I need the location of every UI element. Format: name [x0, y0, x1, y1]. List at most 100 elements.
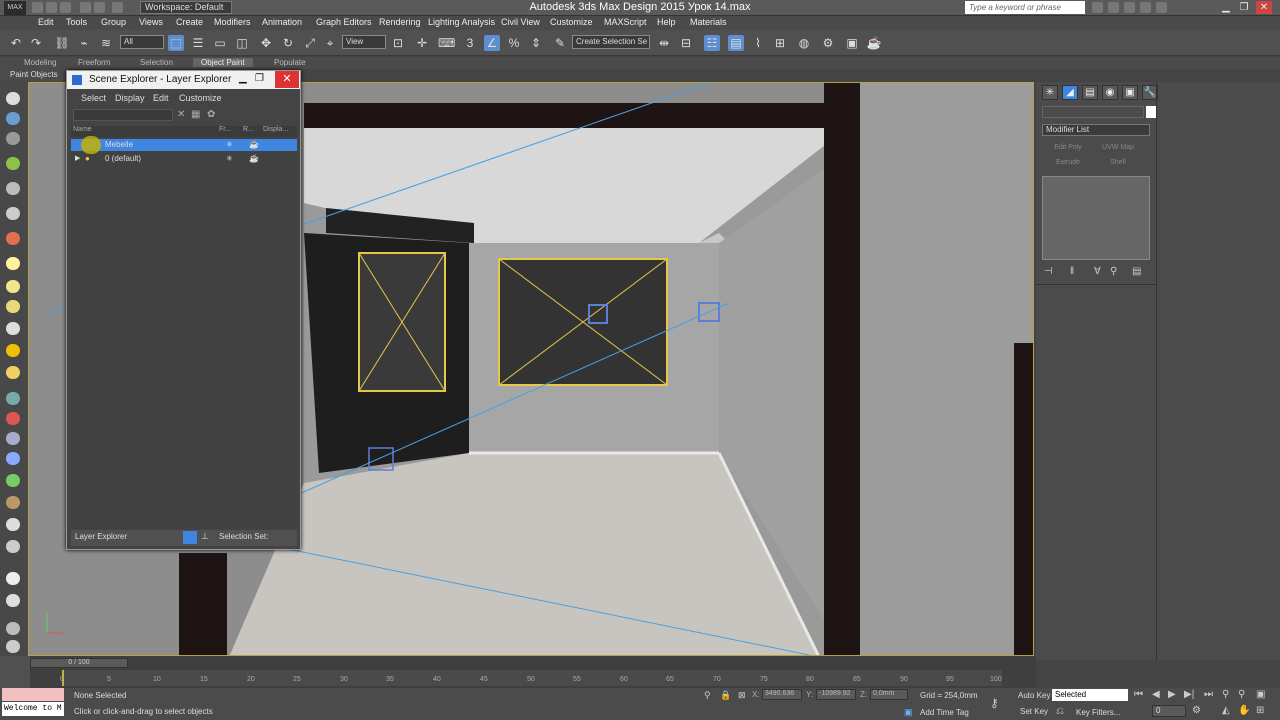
rendered-frame-window-icon[interactable]: ▣	[844, 35, 860, 51]
zoom-all-icon[interactable]: ⚲	[1238, 689, 1245, 700]
time-configuration-icon[interactable]: ⚙	[1192, 705, 1201, 716]
particle-icon[interactable]	[6, 392, 20, 405]
biped-icon[interactable]	[6, 452, 20, 465]
rotate-icon[interactable]: ↻	[280, 35, 296, 51]
material-editor-icon[interactable]: ◍	[796, 35, 812, 51]
move-icon[interactable]: ✥	[258, 35, 274, 51]
menu-tools[interactable]: Tools	[66, 17, 87, 27]
grid-icon[interactable]	[6, 594, 20, 607]
tab-populate[interactable]: Populate	[274, 58, 306, 67]
menu-civil-view[interactable]: Civil View	[501, 17, 540, 27]
column-frozen[interactable]: Fr...	[219, 126, 231, 133]
spotlight-icon[interactable]	[6, 322, 20, 335]
se-menu-customize[interactable]: Customize	[179, 93, 222, 103]
scale-icon[interactable]: ⤢	[302, 35, 318, 51]
select-object-icon[interactable]: ⬚	[168, 35, 184, 51]
select-by-name-icon[interactable]: ☰	[190, 35, 206, 51]
keyboard-shortcut-override-icon[interactable]: ⌨	[438, 35, 455, 51]
modifier-list-dropdown[interactable]: Modifier List	[1042, 124, 1150, 136]
find-icon[interactable]: ▦	[191, 109, 200, 120]
layer-mode-icon[interactable]	[183, 531, 197, 544]
add-time-tag-button[interactable]: Add Time Tag	[920, 708, 969, 717]
box-icon[interactable]	[6, 112, 20, 125]
mirror-icon[interactable]: ⇹	[656, 35, 672, 51]
help-icon[interactable]	[1156, 2, 1167, 13]
curve-editor-icon[interactable]: ⌇	[750, 35, 766, 51]
menu-customize[interactable]: Customize	[550, 17, 593, 27]
skylight-icon[interactable]	[6, 366, 20, 379]
clear-search-icon[interactable]: ✕	[177, 109, 185, 120]
minimize-button[interactable]: ▁	[239, 73, 247, 84]
zoom-extents-icon[interactable]: ▣	[1256, 689, 1265, 700]
list-item[interactable]: Mebeile ✳ ☕	[71, 136, 297, 154]
set-key-button[interactable]: Set Key	[1020, 707, 1048, 716]
render-teapot-icon[interactable]: ☕	[249, 154, 259, 163]
bulb-icon[interactable]	[6, 92, 20, 105]
configure-modifier-sets-icon[interactable]: ▤	[1132, 266, 1141, 277]
render-setup-icon[interactable]: ⚙	[820, 35, 836, 51]
spacewarp-icon[interactable]	[6, 412, 20, 425]
binoculars-icon[interactable]	[1092, 2, 1103, 13]
se-menu-display[interactable]: Display	[115, 93, 145, 103]
column-name[interactable]: Name	[73, 126, 92, 133]
pan-icon[interactable]: ✋	[1238, 705, 1250, 716]
absolute-mode-icon[interactable]: ⊠	[738, 690, 746, 701]
scene-explorer-window[interactable]: Scene Explorer - Layer Explorer ▁ ❐ ✕ Se…	[66, 70, 301, 550]
key-mode-dropdown[interactable]: Selected	[1052, 689, 1128, 701]
percent-snap-icon[interactable]: %	[506, 35, 522, 51]
menu-rendering[interactable]: Rendering	[379, 17, 421, 27]
omni-light-icon[interactable]	[6, 344, 20, 357]
cylinder-icon[interactable]	[6, 280, 20, 293]
play-icon[interactable]: ▶	[1168, 689, 1176, 700]
menu-edit[interactable]: Edit	[38, 17, 54, 27]
time-tag-icon[interactable]: ▣	[904, 707, 913, 718]
maxscript-listener[interactable]: Welcome to M	[2, 702, 64, 716]
menu-views[interactable]: Views	[139, 17, 163, 27]
menu-help[interactable]: Help	[657, 17, 676, 27]
named-selection-dropdown[interactable]: Create Selection Se	[572, 35, 650, 49]
system-icon[interactable]	[6, 432, 20, 445]
x-coordinate-field[interactable]: 3490.636	[762, 689, 802, 700]
modify-tab-icon[interactable]: ◢	[1062, 85, 1078, 100]
menu-maxscript[interactable]: MAXScript	[604, 17, 647, 27]
spinner-snap-icon[interactable]: ⇕	[528, 35, 544, 51]
menu-group[interactable]: Group	[101, 17, 126, 27]
layer-name[interactable]: Mebeile	[105, 140, 133, 149]
se-search-input[interactable]	[73, 109, 173, 121]
snapshot-icon[interactable]	[6, 157, 20, 170]
se-menu-edit[interactable]: Edit	[153, 93, 169, 103]
selection-filter-dropdown[interactable]: All	[120, 35, 164, 49]
close-icon[interactable]: ✕	[275, 71, 299, 88]
render-icon[interactable]	[6, 572, 20, 585]
select-manipulate-icon[interactable]: ✛	[414, 35, 430, 51]
tab-modeling[interactable]: Modeling	[24, 58, 56, 67]
place-icon[interactable]: ⌖	[322, 35, 338, 51]
search-input[interactable]: Type a keyword or phrase	[965, 1, 1085, 14]
communication-icon[interactable]	[1124, 2, 1135, 13]
motion-tab-icon[interactable]: ◉	[1102, 85, 1118, 100]
layer-name[interactable]: 0 (default)	[105, 154, 141, 163]
auto-key-button[interactable]: Auto Key	[1018, 691, 1050, 700]
expand-arrow-icon[interactable]: ▶	[75, 154, 80, 162]
uvw-map-button[interactable]: UVW Map	[1098, 144, 1138, 154]
pin-icon[interactable]: ⊥	[201, 531, 209, 542]
favorites-icon[interactable]	[1140, 2, 1151, 13]
lock-selection-icon[interactable]: 🔒	[720, 690, 731, 701]
bulb-icon[interactable]: ●	[85, 154, 90, 163]
layers-icon[interactable]	[6, 132, 20, 145]
tab-object-paint[interactable]: Object Paint	[193, 58, 253, 67]
render-production-icon[interactable]: ☕	[866, 35, 882, 51]
set-keys-icon[interactable]: ⎌	[1056, 706, 1064, 717]
bulb-icon[interactable]	[81, 136, 101, 154]
go-to-end-icon[interactable]: ⏭	[1204, 689, 1213, 700]
freeze-icon[interactable]: ✳	[226, 140, 233, 149]
object-color-swatch[interactable]	[1146, 106, 1156, 118]
maximize-viewport-icon[interactable]: ⊞	[1256, 705, 1264, 716]
menu-lighting-analysis[interactable]: Lighting Analysis	[428, 17, 495, 27]
create-tab-icon[interactable]: ✳	[1042, 85, 1058, 100]
helper-icon[interactable]	[6, 232, 20, 245]
time-slider[interactable]: 0 / 100	[30, 658, 128, 668]
edit-named-selection-icon[interactable]: ✎	[552, 35, 568, 51]
align-icon[interactable]: ⊟	[678, 35, 694, 51]
list-item[interactable]: ▶ ● 0 (default) ✳ ☕	[71, 153, 297, 165]
